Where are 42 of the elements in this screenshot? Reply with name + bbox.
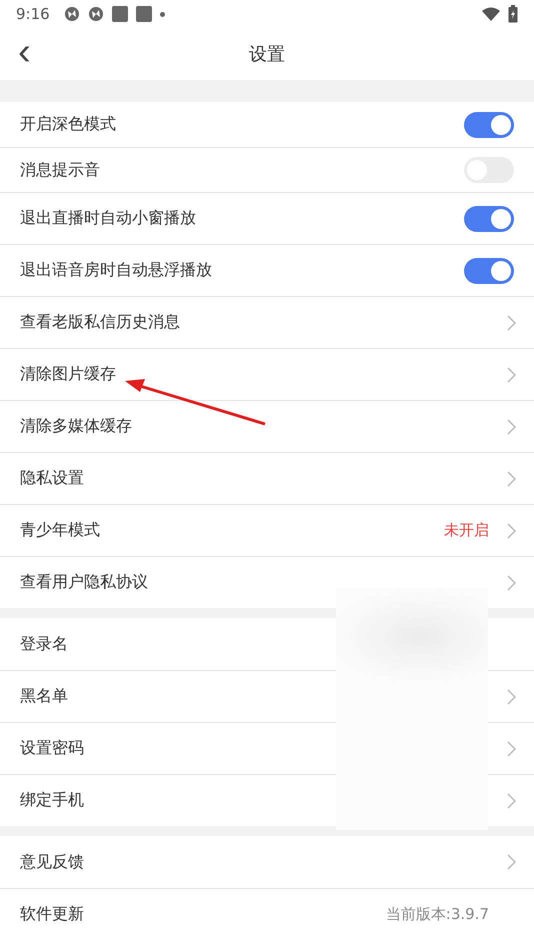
row-label: 设置密码 (20, 738, 85, 759)
settings-row[interactable]: 意见反馈 (0, 836, 534, 888)
row-label: 消息提示音 (20, 160, 101, 180)
battery-icon (508, 5, 518, 23)
row-label: 清除多媒体缓存 (20, 416, 133, 437)
row-value: 未开启 (444, 521, 489, 540)
page-title: 设置 (249, 43, 285, 66)
row-label: 意见反馈 (20, 852, 85, 872)
settings-row[interactable]: 开启深色模式 (0, 102, 534, 147)
settings-row[interactable]: 青少年模式 未开启 (0, 504, 534, 556)
settings-row[interactable]: 清除多媒体缓存 (0, 400, 534, 452)
app-notification-icon (136, 6, 152, 22)
settings-row[interactable]: 退出直播时自动小窗播放 (0, 192, 534, 244)
settings-row[interactable]: 登录名 (0, 618, 534, 670)
settings-row[interactable]: 隐私设置 (0, 452, 534, 504)
row-label: 隐私设置 (20, 468, 85, 489)
toggle-switch[interactable] (464, 206, 514, 232)
app-notification-icon (64, 6, 80, 22)
row-label: 登录名 (20, 634, 69, 654)
row-label: 查看用户隐私协议 (20, 572, 149, 593)
row-label: 退出直播时自动小窗播放 (20, 208, 197, 229)
row-label: 青少年模式 (20, 520, 101, 541)
settings-row[interactable]: 消息提示音 (0, 147, 534, 192)
row-label: 查看老版私信历史消息 (20, 312, 181, 333)
toggle-switch[interactable] (464, 258, 514, 284)
status-time: 9:16 (16, 5, 50, 23)
row-label: 软件更新 (20, 904, 85, 925)
more-notifications-icon (160, 12, 165, 16)
toggle-switch[interactable] (464, 112, 514, 138)
row-value: 当前版本:3.9.7 (386, 905, 489, 924)
row-label: 开启深色模式 (20, 114, 117, 135)
settings-row[interactable]: 退出语音房时自动悬浮播放 (0, 244, 534, 296)
settings-row[interactable]: 软件更新 当前版本:3.9.7 (0, 888, 534, 940)
app-notification-icon (88, 6, 104, 22)
app-notification-icon (112, 6, 128, 22)
row-label: 绑定手机 (20, 790, 85, 811)
row-label: 清除图片缓存 (20, 364, 117, 385)
wifi-icon (482, 7, 500, 21)
back-button[interactable]: ‹ (10, 32, 39, 72)
settings-row[interactable]: 查看老版私信历史消息 (0, 296, 534, 348)
row-label: 黑名单 (20, 686, 69, 707)
row-label: 退出语音房时自动悬浮播放 (20, 260, 213, 281)
